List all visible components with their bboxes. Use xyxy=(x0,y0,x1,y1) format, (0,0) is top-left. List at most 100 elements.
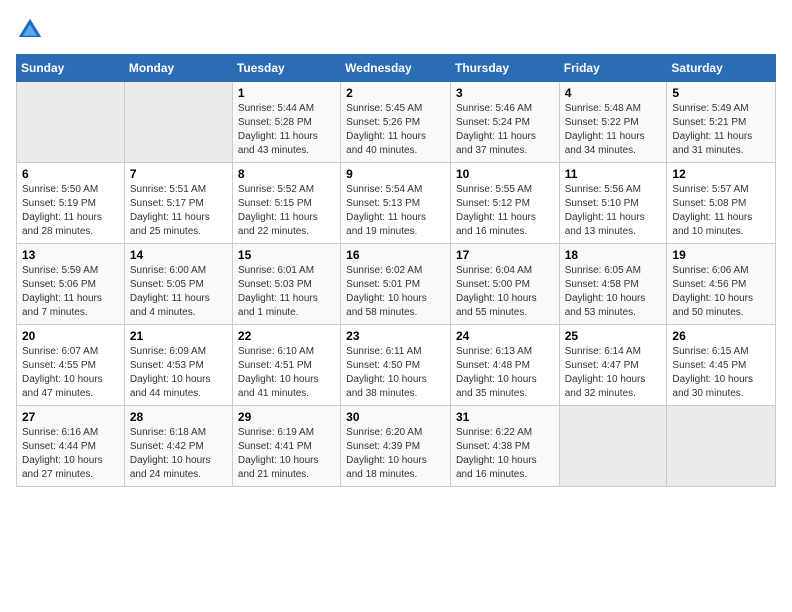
day-number: 29 xyxy=(238,410,335,424)
day-detail: Sunrise: 6:00 AM Sunset: 5:05 PM Dayligh… xyxy=(130,264,227,320)
page-header xyxy=(16,16,776,44)
day-detail: Sunrise: 5:49 AM Sunset: 5:21 PM Dayligh… xyxy=(672,102,770,158)
day-number: 23 xyxy=(346,329,445,343)
calendar-cell: 14 Sunrise: 6:00 AM Sunset: 5:05 PM Dayli… xyxy=(124,244,232,325)
calendar-cell: 4 Sunrise: 5:48 AM Sunset: 5:22 PM Daylig… xyxy=(559,82,667,163)
day-detail: Sunrise: 6:22 AM Sunset: 4:38 PM Dayligh… xyxy=(456,426,554,482)
calendar-cell: 25 Sunrise: 6:14 AM Sunset: 4:47 PM Dayli… xyxy=(559,325,667,406)
calendar-cell: 12 Sunrise: 5:57 AM Sunset: 5:08 PM Dayli… xyxy=(667,163,776,244)
calendar-week-row: 20Sunrise: 6:07 AM Sunset: 4:55 PM Dayli… xyxy=(17,325,776,406)
day-detail: Sunrise: 5:51 AM Sunset: 5:17 PM Dayligh… xyxy=(130,183,227,239)
calendar-cell: 10 Sunrise: 5:55 AM Sunset: 5:12 PM Dayli… xyxy=(450,163,559,244)
calendar-cell: 8 Sunrise: 5:52 AM Sunset: 5:15 PM Daylig… xyxy=(232,163,340,244)
logo-icon xyxy=(16,16,44,44)
day-detail: Sunrise: 6:11 AM Sunset: 4:50 PM Dayligh… xyxy=(346,345,445,401)
calendar-cell: 2 Sunrise: 5:45 AM Sunset: 5:26 PM Daylig… xyxy=(341,82,451,163)
day-detail: Sunrise: 6:01 AM Sunset: 5:03 PM Dayligh… xyxy=(238,264,335,320)
day-detail: Sunrise: 6:13 AM Sunset: 4:48 PM Dayligh… xyxy=(456,345,554,401)
day-number: 30 xyxy=(346,410,445,424)
day-detail: Sunrise: 6:02 AM Sunset: 5:01 PM Dayligh… xyxy=(346,264,445,320)
day-number: 20 xyxy=(22,329,119,343)
day-number: 26 xyxy=(672,329,770,343)
calendar-cell: 13 Sunrise: 5:59 AM Sunset: 5:06 PM Dayli… xyxy=(17,244,125,325)
day-number: 2 xyxy=(346,86,445,100)
day-number: 6 xyxy=(22,167,119,181)
day-detail: Sunrise: 6:04 AM Sunset: 5:00 PM Dayligh… xyxy=(456,264,554,320)
calendar-cell xyxy=(559,406,667,487)
logo xyxy=(16,16,48,44)
col-header-saturday: Saturday xyxy=(667,55,776,82)
calendar-cell: 20Sunrise: 6:07 AM Sunset: 4:55 PM Dayli… xyxy=(17,325,125,406)
day-detail: Sunrise: 5:48 AM Sunset: 5:22 PM Dayligh… xyxy=(565,102,662,158)
day-detail: Sunrise: 5:59 AM Sunset: 5:06 PM Dayligh… xyxy=(22,264,119,320)
calendar-cell: 28 Sunrise: 6:18 AM Sunset: 4:42 PM Dayli… xyxy=(124,406,232,487)
calendar-cell: 31 Sunrise: 6:22 AM Sunset: 4:38 PM Dayli… xyxy=(450,406,559,487)
day-detail: Sunrise: 5:46 AM Sunset: 5:24 PM Dayligh… xyxy=(456,102,554,158)
day-detail: Sunrise: 5:45 AM Sunset: 5:26 PM Dayligh… xyxy=(346,102,445,158)
calendar-week-row: 27 Sunrise: 6:16 AM Sunset: 4:44 PM Dayli… xyxy=(17,406,776,487)
day-number: 5 xyxy=(672,86,770,100)
calendar-cell xyxy=(124,82,232,163)
day-number: 18 xyxy=(565,248,662,262)
day-number: 8 xyxy=(238,167,335,181)
day-detail: Sunrise: 5:56 AM Sunset: 5:10 PM Dayligh… xyxy=(565,183,662,239)
day-detail: Sunrise: 6:20 AM Sunset: 4:39 PM Dayligh… xyxy=(346,426,445,482)
day-detail: Sunrise: 5:44 AM Sunset: 5:28 PM Dayligh… xyxy=(238,102,335,158)
day-number: 4 xyxy=(565,86,662,100)
day-detail: Sunrise: 6:19 AM Sunset: 4:41 PM Dayligh… xyxy=(238,426,335,482)
col-header-wednesday: Wednesday xyxy=(341,55,451,82)
day-number: 1 xyxy=(238,86,335,100)
calendar-week-row: 13 Sunrise: 5:59 AM Sunset: 5:06 PM Dayli… xyxy=(17,244,776,325)
day-number: 9 xyxy=(346,167,445,181)
calendar-week-row: 6 Sunrise: 5:50 AM Sunset: 5:19 PM Daylig… xyxy=(17,163,776,244)
day-number: 19 xyxy=(672,248,770,262)
day-number: 24 xyxy=(456,329,554,343)
calendar-cell: 19 Sunrise: 6:06 AM Sunset: 4:56 PM Dayli… xyxy=(667,244,776,325)
day-number: 31 xyxy=(456,410,554,424)
day-detail: Sunrise: 6:18 AM Sunset: 4:42 PM Dayligh… xyxy=(130,426,227,482)
day-detail: Sunrise: 6:16 AM Sunset: 4:44 PM Dayligh… xyxy=(22,426,119,482)
day-number: 12 xyxy=(672,167,770,181)
day-detail: Sunrise: 6:05 AM Sunset: 4:58 PM Dayligh… xyxy=(565,264,662,320)
day-number: 27 xyxy=(22,410,119,424)
calendar-cell: 29 Sunrise: 6:19 AM Sunset: 4:41 PM Dayli… xyxy=(232,406,340,487)
day-detail: Sunrise: 6:09 AM Sunset: 4:53 PM Dayligh… xyxy=(130,345,227,401)
day-number: 25 xyxy=(565,329,662,343)
calendar-cell: 23 Sunrise: 6:11 AM Sunset: 4:50 PM Dayli… xyxy=(341,325,451,406)
col-header-friday: Friday xyxy=(559,55,667,82)
day-number: 17 xyxy=(456,248,554,262)
calendar-cell: 16 Sunrise: 6:02 AM Sunset: 5:01 PM Dayli… xyxy=(341,244,451,325)
col-header-monday: Monday xyxy=(124,55,232,82)
calendar-cell: 26Sunrise: 6:15 AM Sunset: 4:45 PM Dayli… xyxy=(667,325,776,406)
day-number: 3 xyxy=(456,86,554,100)
day-number: 14 xyxy=(130,248,227,262)
calendar-cell: 11 Sunrise: 5:56 AM Sunset: 5:10 PM Dayli… xyxy=(559,163,667,244)
day-detail: Sunrise: 6:14 AM Sunset: 4:47 PM Dayligh… xyxy=(565,345,662,401)
col-header-sunday: Sunday xyxy=(17,55,125,82)
calendar-cell xyxy=(17,82,125,163)
day-detail: Sunrise: 6:06 AM Sunset: 4:56 PM Dayligh… xyxy=(672,264,770,320)
day-detail: Sunrise: 5:50 AM Sunset: 5:19 PM Dayligh… xyxy=(22,183,119,239)
day-number: 15 xyxy=(238,248,335,262)
day-detail: Sunrise: 6:10 AM Sunset: 4:51 PM Dayligh… xyxy=(238,345,335,401)
calendar-week-row: 1 Sunrise: 5:44 AM Sunset: 5:28 PM Daylig… xyxy=(17,82,776,163)
calendar-cell: 24 Sunrise: 6:13 AM Sunset: 4:48 PM Dayli… xyxy=(450,325,559,406)
day-number: 13 xyxy=(22,248,119,262)
calendar-cell: 5 Sunrise: 5:49 AM Sunset: 5:21 PM Daylig… xyxy=(667,82,776,163)
calendar-cell: 17 Sunrise: 6:04 AM Sunset: 5:00 PM Dayli… xyxy=(450,244,559,325)
day-number: 11 xyxy=(565,167,662,181)
day-number: 10 xyxy=(456,167,554,181)
calendar-cell: 30 Sunrise: 6:20 AM Sunset: 4:39 PM Dayli… xyxy=(341,406,451,487)
day-detail: Sunrise: 5:55 AM Sunset: 5:12 PM Dayligh… xyxy=(456,183,554,239)
calendar-cell: 7 Sunrise: 5:51 AM Sunset: 5:17 PM Daylig… xyxy=(124,163,232,244)
calendar-cell: 22Sunrise: 6:10 AM Sunset: 4:51 PM Dayli… xyxy=(232,325,340,406)
day-detail: Sunrise: 5:52 AM Sunset: 5:15 PM Dayligh… xyxy=(238,183,335,239)
col-header-tuesday: Tuesday xyxy=(232,55,340,82)
calendar-cell: 6 Sunrise: 5:50 AM Sunset: 5:19 PM Daylig… xyxy=(17,163,125,244)
day-number: 28 xyxy=(130,410,227,424)
calendar-cell: 18 Sunrise: 6:05 AM Sunset: 4:58 PM Dayli… xyxy=(559,244,667,325)
calendar-cell: 27 Sunrise: 6:16 AM Sunset: 4:44 PM Dayli… xyxy=(17,406,125,487)
day-number: 7 xyxy=(130,167,227,181)
day-number: 16 xyxy=(346,248,445,262)
day-detail: Sunrise: 5:57 AM Sunset: 5:08 PM Dayligh… xyxy=(672,183,770,239)
